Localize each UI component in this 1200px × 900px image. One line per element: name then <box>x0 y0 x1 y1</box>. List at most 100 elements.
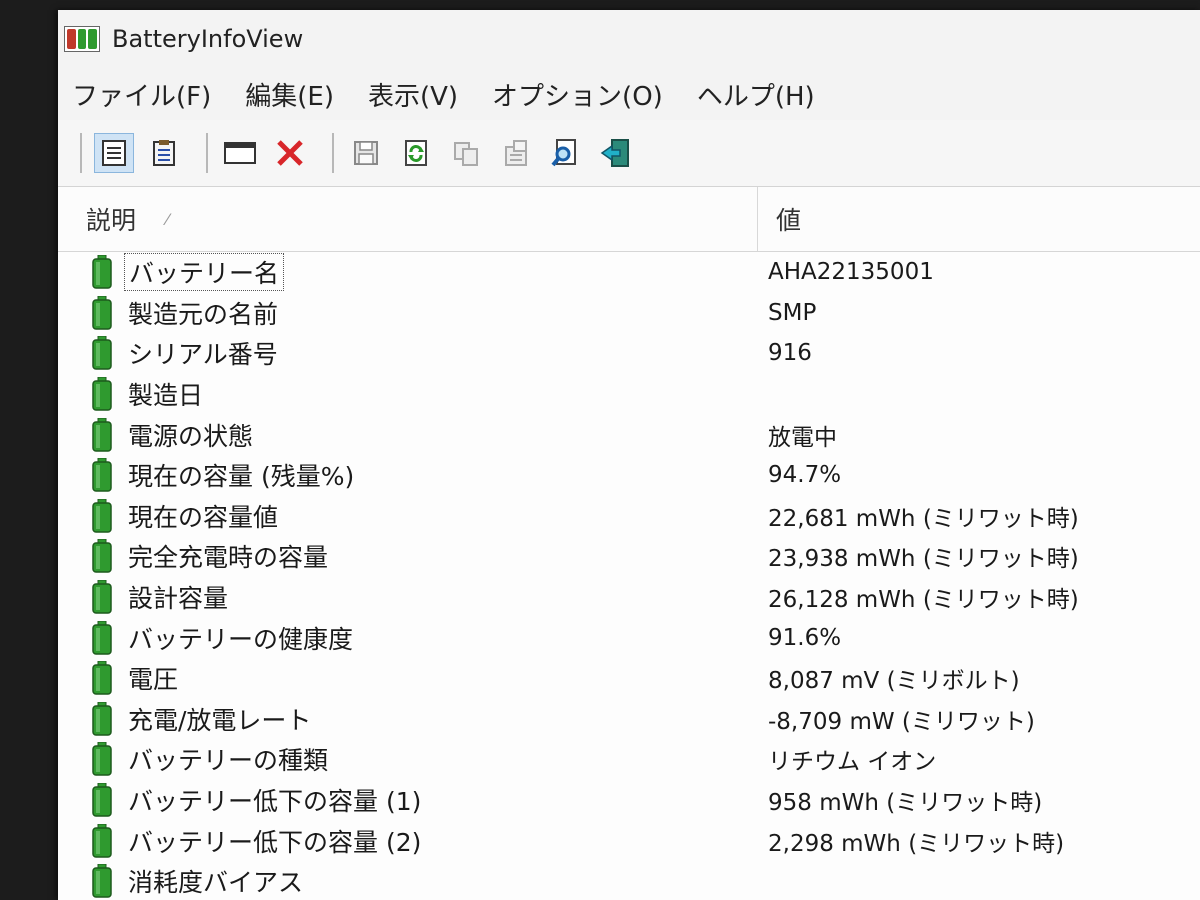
table-row[interactable]: 現在の容量値 22,681 mWh (ミリワット時) <box>58 496 1200 537</box>
row-value: 94.7% <box>768 462 842 489</box>
table-row[interactable]: 製造日 <box>58 374 1200 415</box>
row-label: シリアル番号 <box>128 340 278 370</box>
row-label: 電圧 <box>128 665 179 695</box>
menu-view[interactable]: 表示(V) <box>368 76 458 113</box>
view-info-button[interactable] <box>94 133 134 173</box>
table-row[interactable]: バッテリー低下の容量 (2) 2,298 mWh (ミリワット時) <box>58 820 1200 861</box>
row-value: 放電中 <box>768 424 837 451</box>
row-value: 22,681 mWh (ミリワット時) <box>768 505 1079 532</box>
properties-button[interactable] <box>496 133 536 173</box>
row-description-cell: バッテリー低下の容量 (2) <box>58 823 758 859</box>
menu-bar: ファイル(F) 編集(E) 表示(V) オプション(O) ヘルプ(H) <box>58 68 1200 120</box>
row-description-cell: 製造元の名前 <box>58 295 758 331</box>
table-row[interactable]: 電圧 8,087 mV (ミリボルト) <box>58 658 1200 699</box>
row-description-cell: バッテリーの健康度 <box>58 620 758 656</box>
battery-icon <box>92 336 112 371</box>
row-label: バッテリー名 <box>124 253 285 292</box>
row-description-cell: バッテリー低下の容量 (1) <box>58 782 758 818</box>
table-row[interactable]: 完全充電時の容量 23,938 mWh (ミリワット時) <box>58 536 1200 577</box>
table-row[interactable]: 設計容量 26,128 mWh (ミリワット時) <box>58 577 1200 618</box>
row-value: AHA22135001 <box>768 259 934 286</box>
table-row[interactable]: シリアル番号 916 <box>58 333 1200 374</box>
row-description-cell: 現在の容量値 <box>58 498 758 534</box>
row-description-cell: バッテリー名 <box>58 253 758 292</box>
battery-icon <box>92 377 112 411</box>
battery-icon <box>92 417 112 452</box>
battery-icon <box>92 498 112 533</box>
battery-icon <box>92 742 112 777</box>
refresh-button[interactable] <box>396 133 436 173</box>
window-icon <box>224 142 256 164</box>
row-label: バッテリーの種類 <box>128 746 329 776</box>
row-value: リチウム イオン <box>768 749 937 776</box>
table-row[interactable]: 現在の容量 (残量%) 94.7% <box>58 455 1200 496</box>
table-row[interactable]: 製造元の名前 SMP <box>58 293 1200 334</box>
battery-icon <box>92 458 112 493</box>
save-button[interactable] <box>346 133 386 173</box>
menu-options[interactable]: オプション(O) <box>492 76 663 113</box>
sort-indicator-icon: ⁄ <box>166 209 169 229</box>
battery-icon <box>92 823 112 858</box>
app-icon <box>64 26 100 52</box>
title-bar: BatteryInfoView <box>58 10 1200 68</box>
row-label: 完全充電時の容量 <box>128 543 329 573</box>
app-window: BatteryInfoView ファイル(F) 編集(E) 表示(V) オプショ… <box>58 10 1200 900</box>
table-row[interactable]: 消耗度バイアス <box>58 861 1200 900</box>
column-header-description[interactable]: 説明 ⁄ <box>58 187 758 251</box>
document-list-icon <box>102 140 126 166</box>
battery-icon <box>92 701 112 736</box>
table-row[interactable]: バッテリー低下の容量 (1) 958 mWh (ミリワット時) <box>58 780 1200 821</box>
table-row[interactable]: バッテリーの健康度 91.6% <box>58 617 1200 658</box>
delete-button[interactable] <box>270 133 310 173</box>
close-x-icon <box>277 140 303 166</box>
battery-icon <box>92 255 112 290</box>
window-title: BatteryInfoView <box>112 25 304 53</box>
row-description-cell: バッテリーの種類 <box>58 741 758 777</box>
table-row[interactable]: 充電/放電レート -8,709 mW (ミリワット) <box>58 699 1200 740</box>
table-row[interactable]: バッテリーの種類 リチウム イオン <box>58 739 1200 780</box>
row-label: 製造元の名前 <box>128 299 279 329</box>
row-description-cell: 電圧 <box>58 660 758 696</box>
row-description-cell: 完全充電時の容量 <box>58 538 758 574</box>
toolbar-separator <box>80 133 82 173</box>
row-label: 設計容量 <box>128 584 229 614</box>
row-label: 消耗度バイアス <box>128 868 304 898</box>
row-label: バッテリー低下の容量 (1) <box>128 787 422 817</box>
list-body: バッテリー名 AHA22135001 製造元の名前 SMP シリアル番号 916 製造日 電源… <box>58 252 1200 900</box>
battery-icon <box>92 661 112 695</box>
table-row[interactable]: バッテリー名 AHA22135001 <box>58 252 1200 293</box>
row-value: -8,709 mW (ミリワット) <box>768 708 1035 735</box>
row-value: 26,128 mWh (ミリワット時) <box>768 587 1079 614</box>
row-value: 958 mWh (ミリワット時) <box>768 790 1043 817</box>
toolbar <box>58 120 1200 187</box>
row-value: 8,087 mV (ミリボルト) <box>768 668 1020 695</box>
row-description-cell: 現在の容量 (残量%) <box>58 457 758 493</box>
battery-icon <box>92 295 112 330</box>
copy-button[interactable] <box>446 133 486 173</box>
column-header-value[interactable]: 値 <box>758 201 801 237</box>
window-button[interactable] <box>220 133 260 173</box>
row-label: 製造日 <box>128 381 204 411</box>
row-description-cell: 充電/放電レート <box>58 701 758 737</box>
properties-icon <box>505 140 527 166</box>
row-value: 2,298 mWh (ミリワット時) <box>768 830 1065 857</box>
find-button[interactable] <box>546 133 586 173</box>
row-description-cell: 製造日 <box>58 376 758 412</box>
table-row[interactable]: 電源の状態 放電中 <box>58 414 1200 455</box>
row-description-cell: 消耗度バイアス <box>58 863 758 899</box>
row-label: 現在の容量値 <box>128 502 279 532</box>
menu-help[interactable]: ヘルプ(H) <box>697 76 815 113</box>
search-icon <box>551 139 576 167</box>
toolbar-separator <box>332 133 334 173</box>
floppy-disk-icon <box>354 141 378 165</box>
exit-door-icon <box>600 139 629 167</box>
view-log-button[interactable] <box>144 133 184 173</box>
row-label: 充電/放電レート <box>128 705 312 735</box>
menu-edit[interactable]: 編集(E) <box>245 76 334 113</box>
refresh-icon <box>405 140 427 166</box>
battery-info-list[interactable]: 説明 ⁄ 値 バッテリー名 AHA22135001 製造元の名前 SMP シリアル番号 9… <box>58 187 1200 900</box>
menu-file[interactable]: ファイル(F) <box>72 76 211 113</box>
exit-button[interactable] <box>596 133 636 173</box>
battery-icon <box>92 580 112 614</box>
toolbar-separator <box>206 133 208 173</box>
